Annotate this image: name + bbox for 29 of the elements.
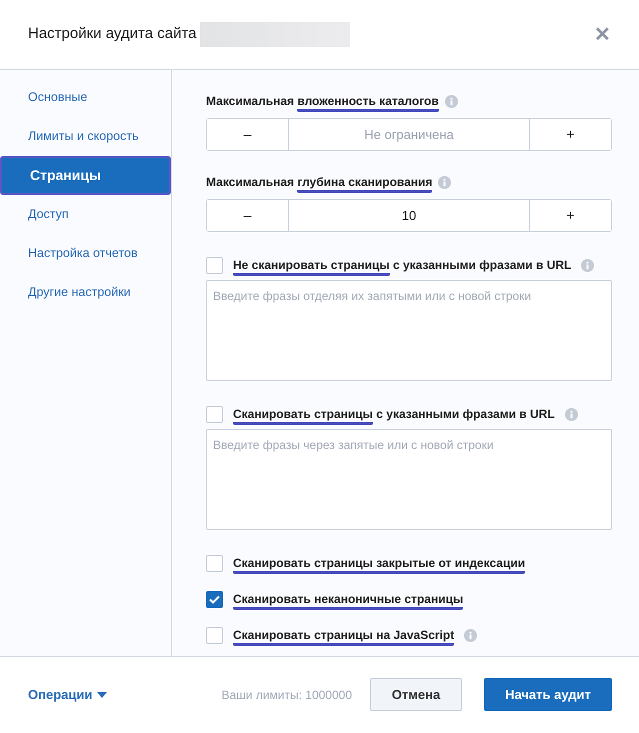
info-icon[interactable] bbox=[581, 258, 594, 272]
info-icon[interactable] bbox=[438, 176, 452, 188]
info-icon[interactable] bbox=[564, 408, 578, 420]
info-icon[interactable] bbox=[464, 628, 478, 642]
setting-label: Сканировать страницы с указанными фразами в URL bbox=[233, 405, 555, 423]
dialog-title: Настройки аудита сайта bbox=[28, 24, 197, 44]
start-audit-button[interactable]: Начать аудит bbox=[484, 678, 612, 711]
checkbox[interactable] bbox=[206, 590, 223, 608]
setting-label: Не сканировать страницы с указанными фразами в URL bbox=[233, 256, 572, 274]
text-area[interactable]: Введите фразы отделяя их запятыми или с новой строки bbox=[206, 280, 612, 381]
sidebar-item[interactable]: Другие настройки bbox=[0, 273, 171, 312]
setting-label: Сканировать страницы на JavaScript bbox=[233, 626, 454, 644]
setting-label: Сканировать неканоничные страницы bbox=[233, 590, 464, 608]
limits-text: Ваши лимиты: 1000000 bbox=[221, 686, 352, 704]
cancel-button[interactable]: Отмена bbox=[370, 678, 462, 711]
setting-label: Сканировать страницы закрытые от индексации bbox=[233, 554, 526, 572]
text-area[interactable]: Введите фразы через запятые или с новой строки bbox=[206, 429, 612, 530]
close-button[interactable]: ✕ bbox=[594, 24, 611, 44]
sidebar-item[interactable]: Настройка отчетов bbox=[0, 234, 171, 273]
sidebar-item[interactable]: Страницы bbox=[0, 156, 171, 195]
operations-menu[interactable]: Операции bbox=[28, 684, 108, 704]
setting-label: Максимальная глубина сканирования bbox=[206, 173, 432, 191]
setting-label: Максимальная вложенность каталогов bbox=[206, 92, 439, 110]
sidebar-item[interactable]: Лимиты и скорость bbox=[0, 117, 171, 156]
sidebar-item[interactable]: Доступ bbox=[0, 195, 171, 234]
info-icon[interactable] bbox=[444, 94, 458, 108]
caret-icon bbox=[97, 692, 108, 698]
checkmark-icon bbox=[209, 594, 220, 604]
sidebar-item[interactable]: Основные bbox=[0, 78, 171, 117]
